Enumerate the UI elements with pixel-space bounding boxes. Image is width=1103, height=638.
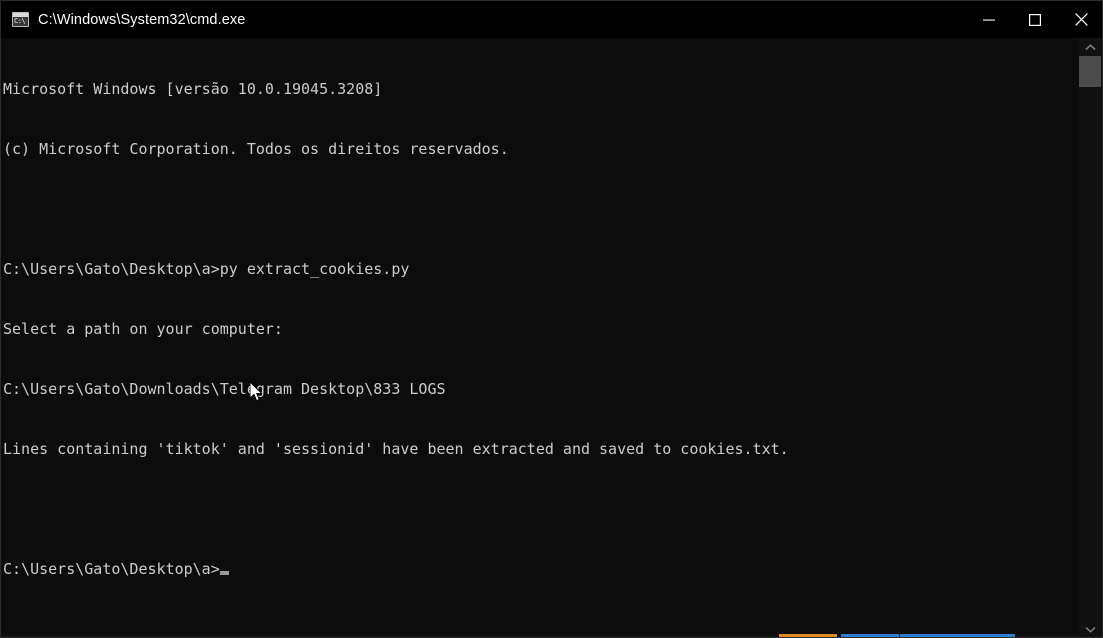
console-line: Select a path on your computer: — [3, 320, 283, 338]
console-prompt: C:\Users\Gato\Desktop\a> — [3, 560, 220, 578]
close-button[interactable] — [1058, 1, 1102, 38]
console-line: C:\Users\Gato\Desktop\a>py extract_cooki… — [3, 260, 410, 278]
title-bar[interactable]: C:\ C:\Windows\System32\cmd.exe — [1, 1, 1102, 38]
scrollbar-thumb[interactable] — [1079, 56, 1101, 87]
console-line: Lines containing 'tiktok' and 'sessionid… — [3, 440, 789, 458]
console-line: Microsoft Windows [versão 10.0.19045.320… — [3, 80, 383, 98]
maximize-icon — [1029, 13, 1041, 26]
close-icon — [1074, 13, 1088, 26]
console-line: C:\Users\Gato\Downloads\Telegram Desktop… — [3, 380, 446, 398]
vertical-scrollbar[interactable] — [1079, 38, 1101, 637]
scrollbar-track[interactable] — [1079, 56, 1101, 620]
window-title: C:\Windows\System32\cmd.exe — [38, 11, 246, 28]
console-prompt-line: C:\Users\Gato\Desktop\a> — [3, 559, 789, 579]
text-cursor — [219, 571, 229, 575]
taskbar-indicator-orange[interactable] — [779, 634, 837, 637]
console-text: Microsoft Windows [versão 10.0.19045.320… — [3, 39, 789, 619]
taskbar-indicator-blue-2[interactable] — [900, 634, 1015, 637]
scroll-up-button[interactable] — [1079, 38, 1101, 56]
window-controls — [966, 1, 1102, 38]
console-output-area[interactable]: Microsoft Windows [versão 10.0.19045.320… — [2, 38, 1081, 637]
taskbar-indicator-blue-1[interactable] — [841, 634, 899, 637]
cmd-window: C:\ C:\Windows\System32\cmd.exe Microsof… — [0, 0, 1103, 638]
minimize-icon — [983, 19, 995, 21]
minimize-button[interactable] — [966, 1, 1012, 38]
taskbar-sliver — [1, 634, 1102, 637]
maximize-button[interactable] — [1012, 1, 1058, 38]
cmd-icon-label: C:\ — [14, 17, 26, 25]
chevron-down-icon — [1084, 626, 1096, 633]
console-line: (c) Microsoft Corporation. Todos os dire… — [3, 140, 509, 158]
chevron-up-icon — [1084, 43, 1096, 50]
cmd-console-icon: C:\ — [12, 12, 29, 27]
